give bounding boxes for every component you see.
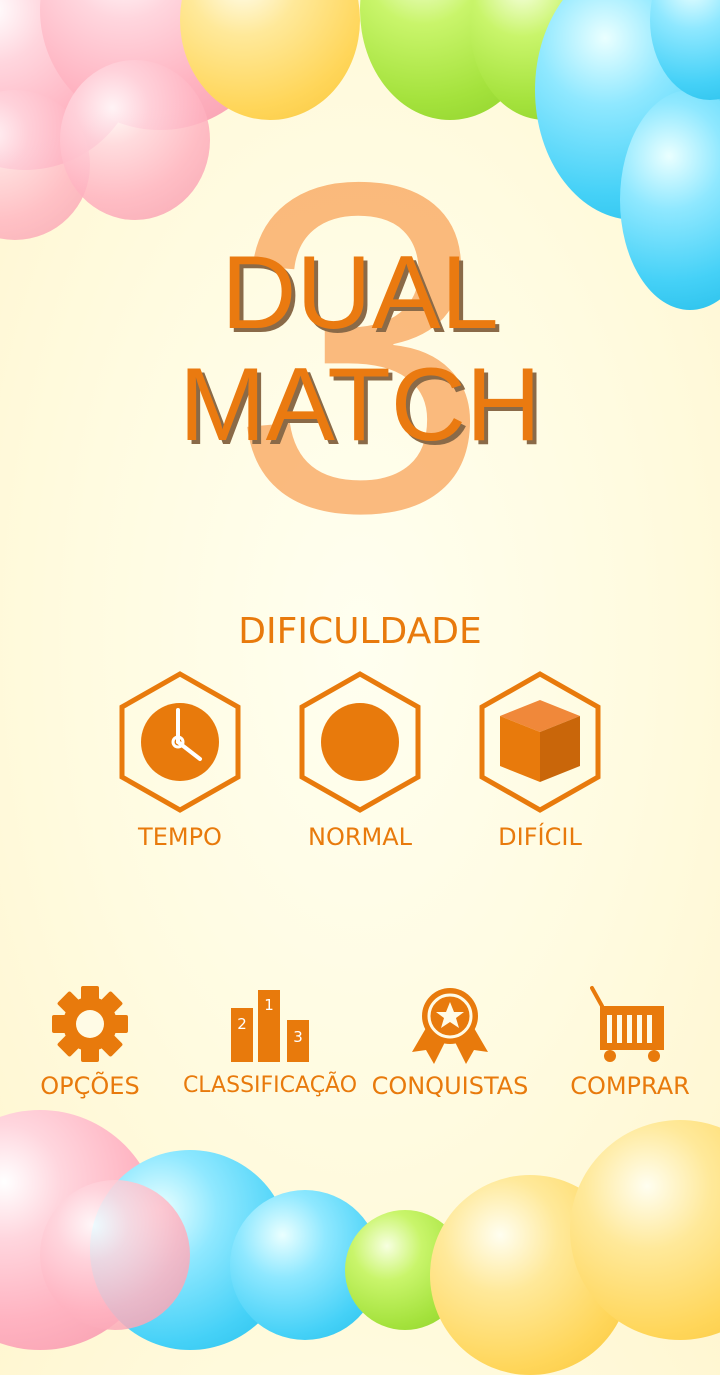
leaderboard-label: CLASSIFICAÇÃO	[182, 1073, 358, 1098]
mode-normal-button[interactable]: NORMAL	[280, 670, 440, 860]
options-button[interactable]: OPÇÕES	[30, 980, 150, 1110]
shop-button[interactable]: COMPRAR	[560, 980, 700, 1110]
circle-icon	[299, 671, 421, 813]
cube-icon	[479, 671, 601, 813]
podium-icon: 2 1 3	[231, 990, 309, 1062]
shop-label: COMPRAR	[570, 1072, 690, 1100]
leaderboard-button[interactable]: 2 1 3 CLASSIFICAÇÃO	[180, 980, 360, 1110]
podium-third-number: 3	[293, 1028, 303, 1046]
achievements-button[interactable]: CONQUISTAS	[370, 980, 530, 1110]
gear-icon	[52, 986, 128, 1062]
difficulty-heading: DIFICULDADE	[238, 611, 482, 652]
mode-label-dificil: DIFÍCIL	[498, 823, 582, 851]
achievements-label: CONQUISTAS	[371, 1072, 529, 1100]
game-logo: 3 DUAL MATCH	[0, 113, 720, 583]
mode-tempo-button[interactable]: TEMPO	[100, 670, 260, 860]
mode-dificil-button[interactable]: DIFÍCIL	[460, 670, 620, 860]
podium-first-number: 1	[264, 996, 274, 1014]
mode-label-tempo: TEMPO	[138, 823, 222, 851]
mode-label-normal: NORMAL	[307, 823, 412, 851]
logo-title-line1: DUAL	[221, 235, 499, 351]
medal-icon	[412, 988, 488, 1064]
options-label: OPÇÕES	[40, 1072, 140, 1100]
logo-title-line2: MATCH	[178, 347, 542, 463]
cart-icon	[590, 986, 664, 1062]
podium-second-number: 2	[237, 1015, 247, 1033]
clock-icon	[119, 671, 241, 813]
